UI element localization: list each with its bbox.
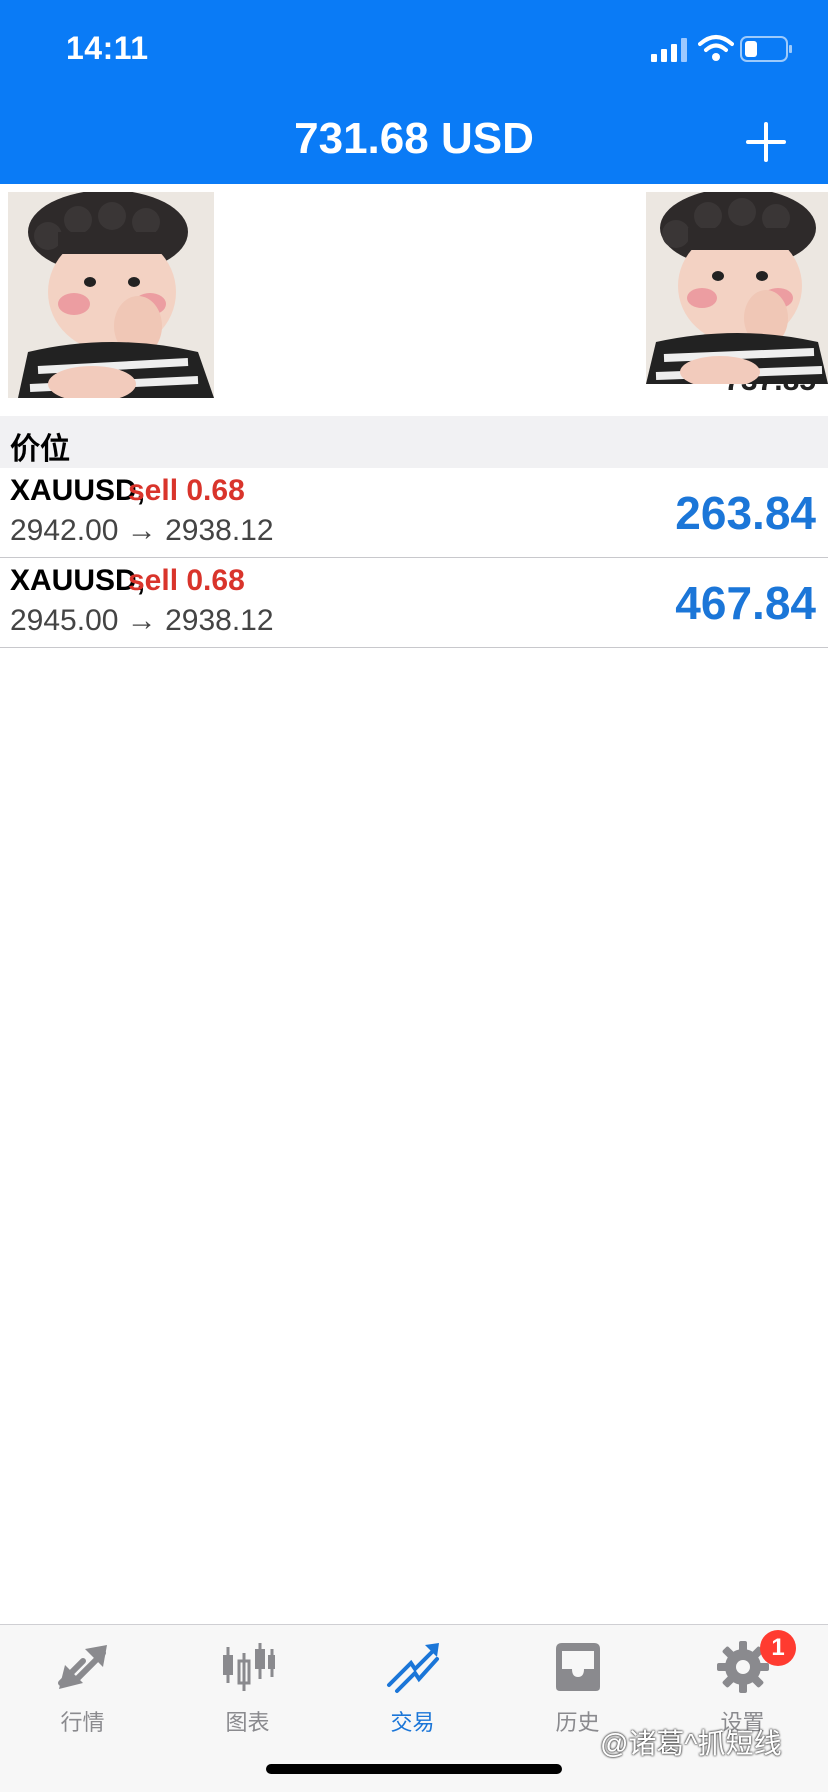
position-prices: 2942.00 → 2938.12 bbox=[10, 514, 274, 547]
position-prices: 2945.00 → 2938.12 bbox=[10, 604, 274, 637]
positions-section-header: 价位 bbox=[0, 416, 828, 468]
tab-trade[interactable]: 交易 bbox=[330, 1625, 495, 1735]
sticker-image bbox=[8, 192, 214, 398]
section-title: 价位 bbox=[10, 433, 70, 466]
position-side-volume: sell 0.68 bbox=[128, 474, 245, 507]
settings-notification-badge: 1 bbox=[760, 1630, 796, 1666]
history-inbox-icon bbox=[556, 1643, 600, 1691]
nav-bar: 731.68 USD bbox=[0, 100, 828, 184]
tab-settings[interactable]: 设置 bbox=[660, 1625, 825, 1735]
account-summary: 737.85 bbox=[0, 184, 828, 416]
account-balance-title: 731.68 USD bbox=[294, 114, 534, 163]
add-order-button[interactable] bbox=[738, 114, 794, 170]
trade-icon bbox=[387, 1643, 439, 1693]
tab-quotes[interactable]: 行情 bbox=[0, 1625, 165, 1735]
tab-history[interactable]: 历史 bbox=[495, 1625, 660, 1735]
tab-label: 图表 bbox=[225, 1710, 270, 1735]
tab-charts[interactable]: 图表 bbox=[165, 1625, 330, 1735]
position-profit: 263.84 bbox=[675, 487, 816, 539]
status-time: 14:11 bbox=[66, 30, 149, 66]
position-symbol: XAUUSD, bbox=[10, 474, 146, 507]
battery-icon bbox=[740, 36, 792, 62]
tab-label: 交易 bbox=[390, 1710, 435, 1735]
quotes-icon bbox=[58, 1645, 107, 1689]
chart-candles-icon bbox=[223, 1643, 275, 1691]
status-bar: 14:11 bbox=[0, 0, 828, 100]
sticker-image bbox=[646, 192, 828, 384]
position-symbol: XAUUSD, bbox=[10, 564, 146, 597]
position-side-volume: sell 0.68 bbox=[128, 564, 245, 597]
cellular-signal-icon bbox=[651, 38, 687, 62]
watermark: @诸葛^抓短线 bbox=[600, 1728, 782, 1759]
home-indicator bbox=[266, 1764, 562, 1774]
tab-label: 行情 bbox=[60, 1710, 105, 1735]
position-profit: 467.84 bbox=[675, 577, 816, 629]
position-row[interactable]: XAUUSD, sell 0.68 2945.00 → 2938.12 467.… bbox=[0, 558, 828, 648]
wifi-icon bbox=[698, 35, 734, 61]
position-row[interactable]: XAUUSD, sell 0.68 2942.00 → 2938.12 263.… bbox=[0, 468, 828, 558]
